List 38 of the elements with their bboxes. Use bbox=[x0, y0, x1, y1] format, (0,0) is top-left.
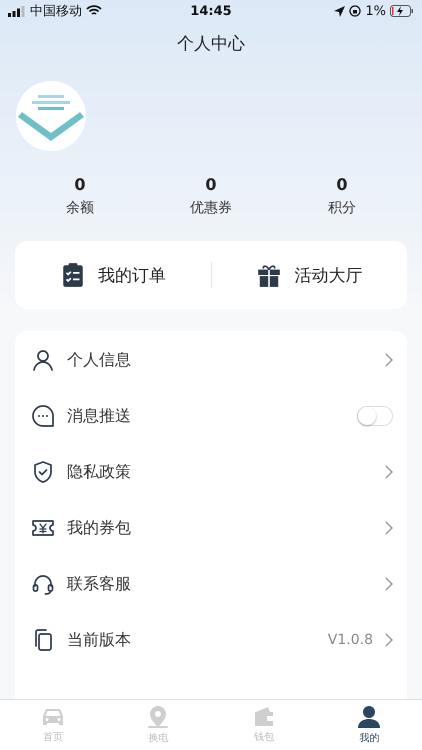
stat-value: 0 bbox=[205, 175, 217, 194]
wifi-icon bbox=[86, 5, 102, 17]
tab[interactable]: 我的 bbox=[316, 700, 422, 750]
toggle-switch[interactable] bbox=[357, 406, 393, 426]
user-icon bbox=[31, 348, 55, 372]
shield-check-icon bbox=[31, 460, 55, 484]
menu-value: V1.0.8 bbox=[328, 632, 373, 648]
carrier-name: 中国移动 bbox=[30, 3, 82, 20]
chevron-right-icon bbox=[385, 353, 393, 367]
chevron-right-icon bbox=[385, 521, 393, 535]
rotation-lock-icon bbox=[349, 5, 362, 17]
shortcut-link[interactable]: 活动大厅 bbox=[294, 264, 362, 286]
menu-item[interactable]: 个人信息 bbox=[67, 350, 373, 370]
stat-label: 余额 bbox=[66, 199, 94, 217]
car-icon bbox=[40, 706, 65, 728]
chat-icon bbox=[31, 404, 55, 428]
location-arrow-icon bbox=[334, 6, 346, 16]
signal-icon bbox=[8, 6, 26, 16]
page-title: 个人中心 bbox=[176, 33, 246, 55]
menu-item[interactable]: 我的券包 bbox=[67, 518, 373, 538]
person-icon bbox=[357, 705, 382, 729]
chevron-right-icon bbox=[385, 577, 393, 591]
stat-label: 优惠券 bbox=[190, 199, 232, 217]
battery-charging-icon bbox=[390, 5, 414, 17]
chevron-right-icon bbox=[385, 465, 393, 479]
stat-value: 0 bbox=[336, 175, 348, 194]
stat-label: 积分 bbox=[328, 199, 356, 217]
map-pin-icon bbox=[147, 705, 170, 729]
stat-value: 0 bbox=[74, 175, 86, 194]
menu-item[interactable]: 隐私政策 bbox=[67, 462, 373, 482]
menu-item[interactable]: 消息推送 bbox=[67, 406, 345, 426]
headset-icon bbox=[31, 572, 55, 596]
menu-item[interactable]: 当前版本 bbox=[67, 630, 316, 650]
shortcut-link[interactable]: 我的订单 bbox=[98, 264, 166, 286]
menu-item[interactable]: 联系客服 bbox=[67, 574, 373, 594]
chevron-right-icon bbox=[385, 633, 393, 647]
battery-percent: 1% bbox=[365, 4, 386, 18]
clock-time: 14:45 bbox=[190, 4, 232, 18]
